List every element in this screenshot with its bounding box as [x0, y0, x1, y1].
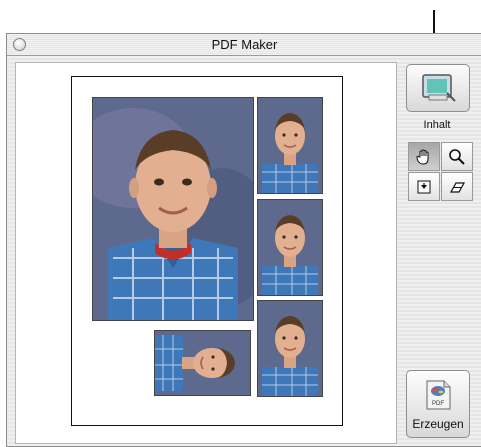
title-bar[interactable]: PDF Maker	[7, 34, 481, 56]
portrait-photo-small-3[interactable]	[257, 300, 323, 397]
document-page[interactable]	[71, 76, 343, 426]
pdf-document-icon: PDF	[424, 379, 452, 411]
portrait-photo-small-2[interactable]	[257, 199, 323, 296]
content-tool-button[interactable]	[406, 64, 470, 112]
hand-icon	[416, 149, 429, 165]
rotate-arrow-icon	[417, 180, 431, 193]
eraser-tool-button[interactable]	[441, 172, 473, 201]
portrait-photo-large[interactable]	[92, 97, 254, 321]
eraser-icon	[449, 181, 466, 193]
window-content: Inhalt PDF Erzeugen	[7, 56, 481, 446]
layout-canvas[interactable]	[15, 62, 397, 444]
rotate-tool-button[interactable]	[408, 172, 440, 201]
portrait-photo-small-1[interactable]	[257, 97, 323, 194]
create-pdf-button[interactable]: PDF Erzeugen	[406, 370, 470, 438]
hand-tool-button[interactable]	[408, 142, 440, 171]
portrait-photo-rotated[interactable]	[154, 330, 251, 396]
pdf-icon-text: PDF	[432, 401, 444, 407]
magnifier-icon	[449, 148, 465, 165]
tool-palette	[408, 142, 478, 206]
create-pdf-label: Erzeugen	[412, 417, 464, 431]
content-frame-icon	[419, 73, 457, 103]
zoom-tool-button[interactable]	[441, 142, 473, 171]
content-tool-label: Inhalt	[423, 119, 451, 131]
pdf-maker-window: PDF Maker Inhalt PDF Erzeugen	[6, 33, 481, 447]
window-title: PDF Maker	[211, 37, 278, 52]
